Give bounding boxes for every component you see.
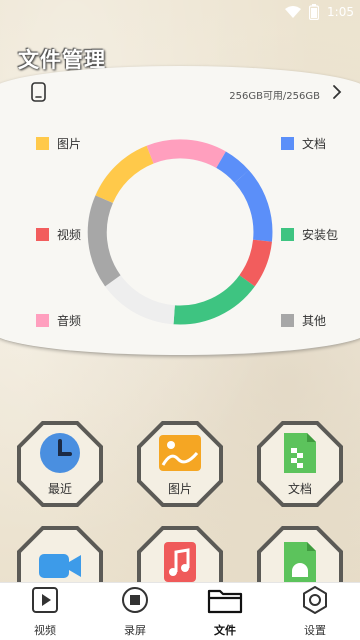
legend-swatch	[281, 137, 294, 150]
settings-icon	[300, 585, 330, 619]
record-icon	[120, 585, 150, 619]
legend-label: 音频	[57, 314, 82, 328]
legend-label: 安装包	[302, 228, 339, 242]
donut-segment-others	[87, 195, 121, 287]
tile-body: 图片	[141, 425, 219, 503]
folder-icon	[207, 585, 243, 619]
tile-documents[interactable]: 文档	[257, 421, 343, 507]
legend-item-packages[interactable]: 安装包	[281, 226, 338, 243]
nav-label: 文件	[214, 624, 236, 637]
nav-label: 视频	[34, 624, 56, 637]
legend-swatch	[36, 314, 49, 327]
tile-label: 最近	[47, 482, 72, 496]
legend-label: 文档	[302, 137, 327, 151]
legend-item-images[interactable]: 图片	[36, 135, 81, 152]
donut-segment-videos	[239, 239, 272, 287]
legend-swatch	[36, 228, 49, 241]
document-icon	[278, 431, 322, 475]
image-icon	[158, 431, 202, 475]
nav-item-video[interactable]: 视频	[5, 585, 85, 638]
legend-swatch	[36, 137, 49, 150]
status-time: 1:05	[327, 5, 354, 19]
nav-label: 设置	[304, 624, 326, 637]
clock-icon	[38, 431, 82, 475]
legend-item-videos[interactable]: 视频	[36, 226, 81, 243]
legend-swatch	[281, 314, 294, 327]
bottom-nav: 视频 录屏 文件 设置	[0, 582, 360, 640]
nav-label: 录屏	[124, 624, 146, 637]
status-bar: 1:05	[0, 0, 360, 24]
legend-label: 图片	[57, 137, 82, 151]
battery-icon	[309, 4, 320, 20]
tile-label: 图片	[167, 482, 192, 496]
wifi-icon	[285, 6, 302, 18]
tile-body: 最近	[21, 425, 99, 503]
donut-segment-documents	[234, 170, 273, 242]
phone-storage-icon	[30, 81, 48, 107]
donut-segment-audio	[146, 139, 226, 169]
storage-capacity: 256GB可用/256GB	[229, 90, 320, 102]
chevron-right-icon[interactable]	[332, 84, 342, 104]
nav-item-files[interactable]: 文件	[185, 585, 265, 638]
donut-segment-documents-2	[216, 151, 249, 184]
legend-item-others[interactable]: 其他	[281, 312, 326, 329]
category-grid: 最近 图片 文档	[0, 356, 360, 612]
legend-item-documents[interactable]: 文档	[281, 135, 326, 152]
music-note-icon	[158, 540, 202, 584]
tile-recent[interactable]: 最近	[17, 421, 103, 507]
legend-item-audio[interactable]: 音频	[36, 312, 81, 329]
tile-label: 文档	[287, 482, 312, 496]
nav-item-settings[interactable]: 设置	[275, 585, 355, 638]
storage-donut-chart	[87, 139, 273, 325]
donut-segment-images	[95, 145, 154, 204]
storage-row[interactable]: 256GB可用/256GB	[30, 82, 342, 106]
tile-images[interactable]: 图片	[137, 421, 223, 507]
legend-label: 视频	[57, 228, 82, 242]
legend-label: 其他	[302, 314, 327, 328]
play-icon	[30, 585, 60, 619]
android-package-icon	[278, 540, 322, 584]
tile-body: 文档	[261, 425, 339, 503]
donut-segment-packages	[173, 274, 255, 325]
nav-item-record[interactable]: 录屏	[95, 585, 175, 638]
donut-segment-blank	[105, 274, 176, 325]
legend-swatch	[281, 228, 294, 241]
